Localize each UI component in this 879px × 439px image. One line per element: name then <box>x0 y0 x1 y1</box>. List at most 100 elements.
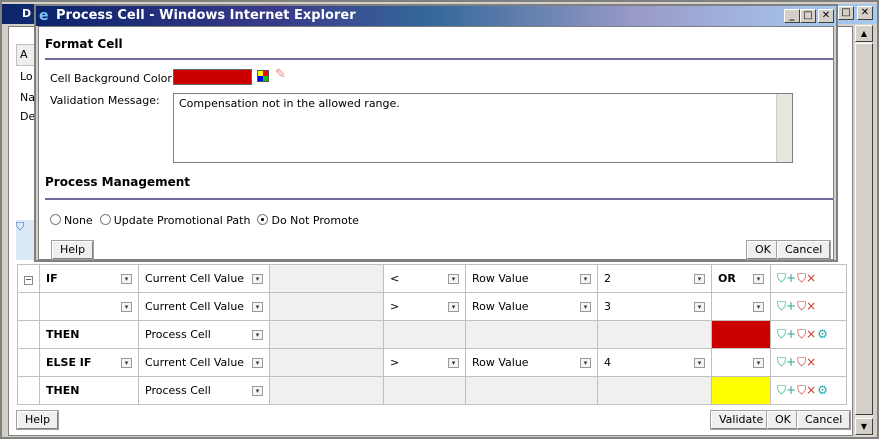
cell-operator[interactable]: < ▾ <box>383 264 466 293</box>
maximize-button[interactable]: □ <box>800 9 816 23</box>
validation-message-textarea[interactable]: Compensation not in the allowed range. <box>173 93 793 163</box>
cell-keyword[interactable]: IF ▾ <box>39 264 139 293</box>
cell-source[interactable]: Current Cell Value ▾ <box>138 292 270 321</box>
cell-target <box>465 376 598 405</box>
cell-expand <box>17 376 40 405</box>
divider <box>45 198 833 200</box>
dropdown-icon[interactable]: ▾ <box>121 358 132 368</box>
collapse-icon[interactable]: − <box>24 276 33 285</box>
cell-operator[interactable]: > ▾ <box>383 292 466 321</box>
dropdown-icon[interactable]: ▾ <box>753 274 764 284</box>
cancel-button[interactable]: Cancel <box>795 410 852 430</box>
cell-keyword[interactable]: ELSE IF ▾ <box>39 348 139 377</box>
cell-expand <box>17 320 40 349</box>
minimize-button[interactable]: _ <box>784 9 800 23</box>
dropdown-icon[interactable]: ▾ <box>580 274 591 284</box>
eraser-icon[interactable]: ✎ <box>275 67 286 82</box>
cell-keyword: THEN <box>39 376 139 405</box>
dropdown-icon[interactable]: ▾ <box>252 358 263 368</box>
scroll-up-button[interactable]: ▲ <box>855 25 873 42</box>
condition-table: − IF ▾ Current Cell Value ▾ < ▾ Row Value ▾ 2 ▾ OR ▾… <box>17 264 847 405</box>
cell-actions: ⛉+⛉×⚙ <box>770 320 847 349</box>
textarea-scrollbar[interactable] <box>776 94 792 162</box>
cell-operator[interactable]: > ▾ <box>383 348 466 377</box>
color-palette-icon[interactable] <box>257 70 269 82</box>
radio-do-not-promote[interactable]: Do Not Promote <box>257 214 359 227</box>
cell-value <box>597 376 712 405</box>
add-condition-icon[interactable]: ⛉+ <box>777 271 796 286</box>
dropdown-icon[interactable]: ▾ <box>694 302 705 312</box>
ok-button[interactable]: OK <box>766 410 800 430</box>
close-button[interactable]: ✕ <box>818 9 834 23</box>
delete-condition-icon[interactable]: ⛉× <box>797 299 816 314</box>
table-row: − IF ▾ Current Cell Value ▾ < ▾ Row Value ▾ 2 ▾ OR ▾… <box>17 264 847 293</box>
add-condition-icon[interactable]: ⛉+ <box>777 327 796 342</box>
dialog-body: Format Cell Cell Background Color : ✎ Va… <box>38 26 834 260</box>
background-tab[interactable]: A <box>16 44 36 66</box>
cell-value[interactable]: 4 ▾ <box>597 348 712 377</box>
table-row: ELSE IF ▾ Current Cell Value ▾ > ▾ Row Value ▾ 4… <box>17 348 847 377</box>
cell-target[interactable]: Row Value ▾ <box>465 348 598 377</box>
format-cell-icon[interactable]: ⚙ <box>817 383 828 397</box>
cell-keyword: THEN <box>39 320 139 349</box>
dropdown-icon[interactable]: ▾ <box>252 330 263 340</box>
cell-logic <box>711 320 771 349</box>
dropdown-icon[interactable]: ▾ <box>252 386 263 396</box>
dropdown-icon[interactable]: ▾ <box>121 302 132 312</box>
cell-logic[interactable]: OR ▾ <box>711 264 771 293</box>
bg-label-1: Lo <box>20 70 33 83</box>
dialog-cancel-button[interactable]: Cancel <box>775 240 832 260</box>
add-condition-icon[interactable]: ⛉+ <box>777 299 796 314</box>
cell-target <box>465 320 598 349</box>
delete-condition-icon[interactable]: ⛉× <box>797 327 816 342</box>
cell-logic[interactable]: ▾ <box>711 348 771 377</box>
cell-blank <box>269 320 384 349</box>
cell-target[interactable]: Row Value ▾ <box>465 264 598 293</box>
table-row: THEN Process Cell ▾ ⛉+⛉×⚙ <box>17 320 847 349</box>
format-cell-heading: Format Cell <box>45 37 123 51</box>
dropdown-icon[interactable]: ▾ <box>121 274 132 284</box>
dropdown-icon[interactable]: ▾ <box>448 358 459 368</box>
dropdown-icon[interactable]: ▾ <box>580 358 591 368</box>
delete-condition-icon[interactable]: ⛉× <box>797 355 816 370</box>
dropdown-icon[interactable]: ▾ <box>252 302 263 312</box>
radio-none[interactable]: None <box>50 214 93 227</box>
dropdown-icon[interactable]: ▾ <box>252 274 263 284</box>
dropdown-icon[interactable]: ▾ <box>694 274 705 284</box>
scroll-down-button[interactable]: ▼ <box>855 418 873 435</box>
dropdown-icon[interactable]: ▾ <box>753 302 764 312</box>
dropdown-icon[interactable]: ▾ <box>753 358 764 368</box>
radio-update-promotional-path[interactable]: Update Promotional Path <box>99 214 250 227</box>
dialog-ok-button[interactable]: OK <box>746 240 780 260</box>
delete-condition-icon[interactable]: ⛉× <box>797 271 816 286</box>
format-cell-icon[interactable]: ⚙ <box>817 327 828 341</box>
cell-value[interactable]: 2 ▾ <box>597 264 712 293</box>
cell-logic[interactable]: ▾ <box>711 292 771 321</box>
dialog-help-button[interactable]: Help <box>50 240 95 260</box>
dropdown-icon[interactable]: ▾ <box>448 302 459 312</box>
cell-keyword[interactable]: ▾ <box>39 292 139 321</box>
scroll-thumb[interactable] <box>855 43 873 415</box>
cell-source[interactable]: Current Cell Value ▾ <box>138 264 270 293</box>
add-condition-icon[interactable]: ⛉+ <box>777 355 796 370</box>
add-condition-icon[interactable]: ⛉+ <box>777 383 796 398</box>
cell-value[interactable]: 3 ▾ <box>597 292 712 321</box>
bg-label-2: Na <box>20 91 35 104</box>
cell-source[interactable]: Process Cell ▾ <box>138 376 270 405</box>
dropdown-icon[interactable]: ▾ <box>580 302 591 312</box>
cell-actions: ⛉+⛉× <box>770 264 847 293</box>
cell-source[interactable]: Process Cell ▾ <box>138 320 270 349</box>
help-button[interactable]: Help <box>15 410 60 430</box>
cell-target[interactable]: Row Value ▾ <box>465 292 598 321</box>
delete-condition-icon[interactable]: ⛉× <box>797 383 816 398</box>
dialog-title-bar: e Process Cell - Windows Internet Explor… <box>36 6 836 26</box>
cell-source[interactable]: Current Cell Value ▾ <box>138 348 270 377</box>
dropdown-icon[interactable]: ▾ <box>448 274 459 284</box>
validate-button[interactable]: Validate <box>709 410 773 430</box>
bg-maximize-button[interactable]: □ <box>838 6 854 20</box>
bg-label-3: De <box>20 110 36 123</box>
dropdown-icon[interactable]: ▾ <box>694 358 705 368</box>
cell-blank <box>269 264 384 293</box>
bg-color-swatch[interactable] <box>173 69 252 85</box>
bg-close-button[interactable]: ✕ <box>857 6 873 20</box>
